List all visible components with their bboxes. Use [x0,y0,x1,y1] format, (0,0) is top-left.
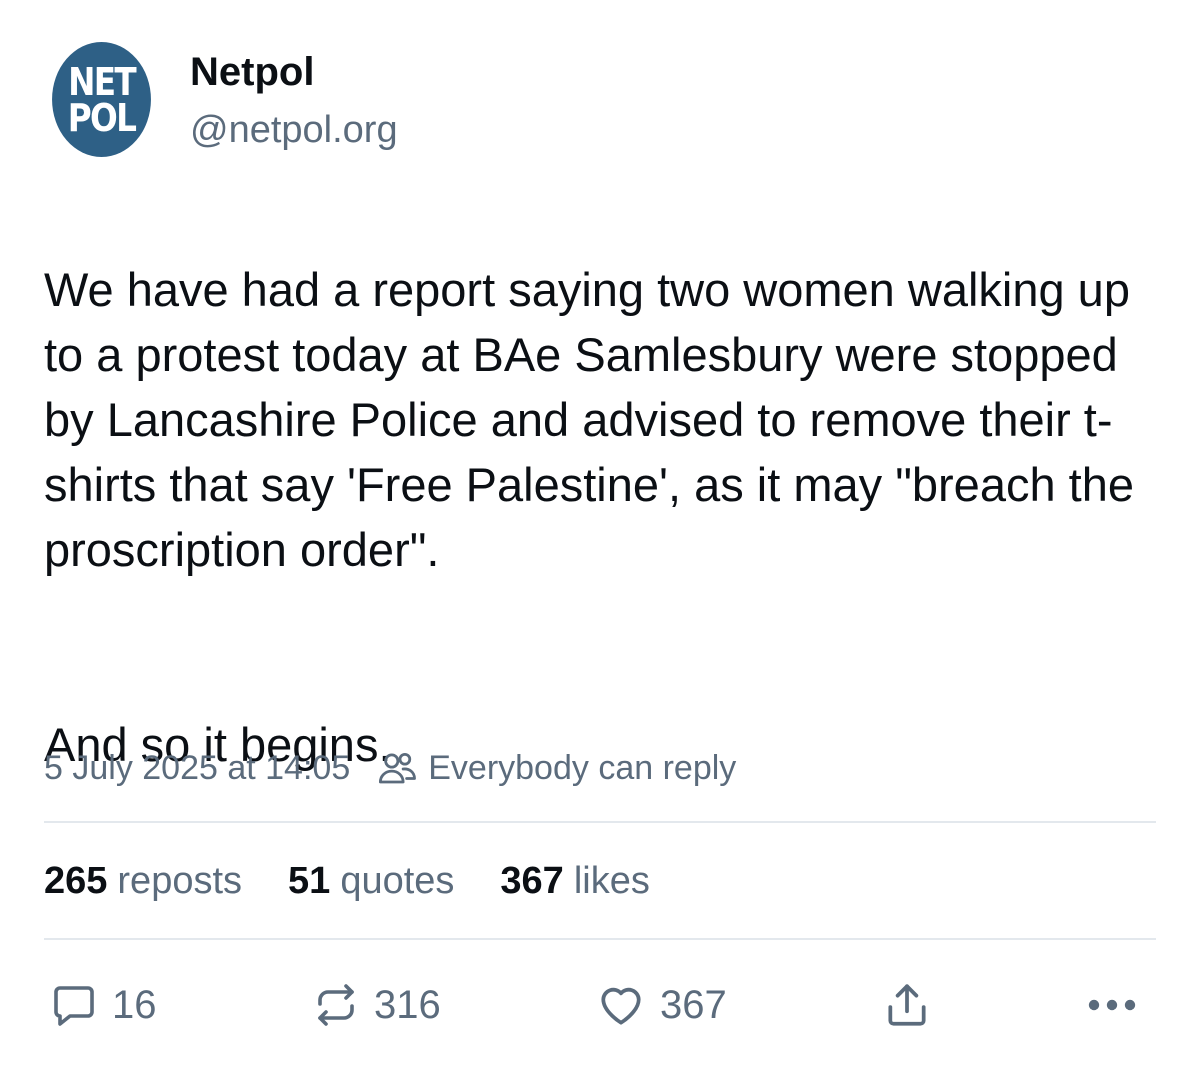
avatar-text-line1: NET [68,59,137,104]
avatar-text-line2: POL [67,95,137,140]
more-options-button[interactable] [1084,975,1140,1035]
divider [44,821,1156,823]
people-icon [379,752,417,784]
post-stats: 265 reposts 51 quotes 367 likes [44,856,696,906]
avatar[interactable]: NET POL [52,42,151,157]
reply-setting-text: Everybody can reply [428,748,737,787]
stat-label: likes [573,859,650,902]
stat-likes[interactable]: 367 likes [500,860,649,903]
share-button[interactable] [882,975,932,1035]
heart-icon [601,987,641,1025]
repost-icon [318,984,354,1026]
reply-button[interactable]: 16 [50,975,157,1035]
action-bar: 16 316 367 [44,975,1156,1035]
author-display-name[interactable]: Netpol [190,48,314,96]
more-icon [1088,999,1136,1011]
stat-count: 51 [288,859,331,902]
repost-count: 316 [374,982,441,1027]
author-handle[interactable]: @netpol.org [190,106,398,154]
divider [44,938,1156,940]
post-card: NET POL Netpol @netpol.org We have had a… [0,0,1200,1067]
stat-quotes[interactable]: 51 quotes [288,860,454,903]
post-timestamp[interactable]: 5 July 2025 at 14:05 [44,749,350,788]
reply-icon [54,986,94,1026]
like-count: 367 [660,982,727,1027]
post-paragraph-1: We have had a report saying two women wa… [44,263,1134,576]
repost-button[interactable]: 316 [312,975,441,1035]
share-icon [888,984,926,1026]
stat-reposts[interactable]: 265 reposts [44,860,242,903]
reply-count: 16 [112,982,157,1027]
post-meta: 5 July 2025 at 14:05 Everybody can reply [44,744,736,792]
stat-label: quotes [340,859,455,902]
stat-count: 367 [500,859,564,902]
stat-label: reposts [117,859,243,902]
stat-count: 265 [44,859,108,902]
like-button[interactable]: 367 [596,975,727,1035]
